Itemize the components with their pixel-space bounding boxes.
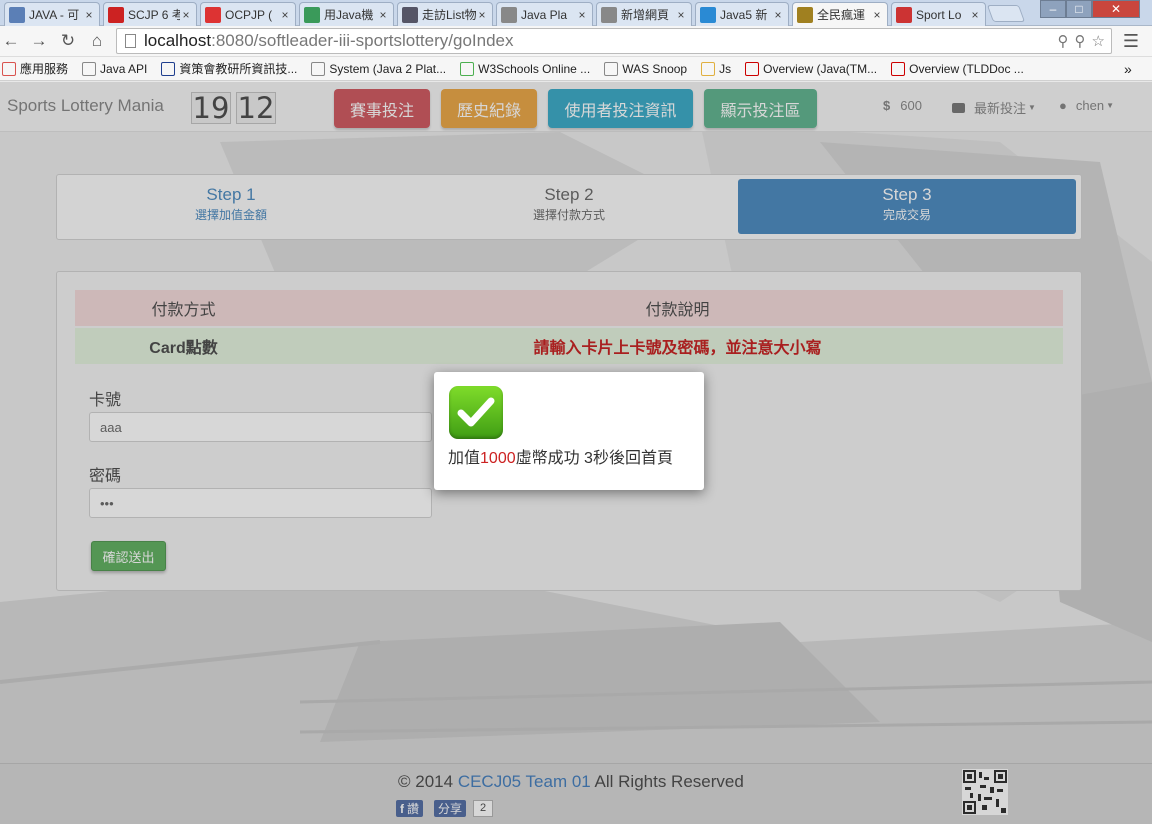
bookmark-label: Js <box>719 61 732 76</box>
browser-tab[interactable]: 用Java機 × <box>299 2 394 26</box>
reload-button[interactable]: ↻ <box>57 30 79 52</box>
chrome-c-icon <box>304 6 320 23</box>
bookmark-label: WAS Snoop <box>622 61 688 76</box>
bookmark-item[interactable]: Overview (Java(TM... <box>745 61 878 76</box>
page-icon <box>125 34 136 48</box>
bookmark-item[interactable]: Overview (TLDDoc ... <box>891 61 1024 76</box>
menu-icon[interactable]: ☰ <box>1120 30 1142 52</box>
tab-close-icon[interactable]: × <box>83 8 95 22</box>
bookmark-item[interactable]: System (Java 2 Plat... <box>311 61 447 76</box>
tab-close-icon[interactable]: × <box>675 8 687 22</box>
tab-title: 全民瘋運 <box>817 8 866 22</box>
back-button[interactable]: ← <box>0 30 22 52</box>
bookmark-item[interactable]: 資策會教研所資訊技... <box>161 60 297 77</box>
generic-page-icon <box>9 6 25 23</box>
cube-icon <box>700 6 716 23</box>
folder-icon <box>701 61 716 76</box>
star-icon[interactable]: ☆ <box>1092 32 1105 50</box>
browser-tab[interactable]: JAVA - 可 × <box>4 2 100 26</box>
browser-tab[interactable]: 走訪List物 × <box>397 2 493 26</box>
bookmark-label: System (Java 2 Plat... <box>329 61 447 76</box>
document-icon <box>311 61 326 76</box>
document-icon <box>601 6 617 23</box>
tab-title: JAVA - 可 <box>29 8 80 22</box>
window-close-button[interactable]: ✕ <box>1092 0 1140 18</box>
youtube-icon <box>108 6 124 23</box>
pdf-icon <box>205 6 221 23</box>
key-icon[interactable]: ⚲ <box>1075 32 1086 50</box>
url-host: localhost <box>144 31 212 50</box>
institute-icon <box>161 61 176 76</box>
tab-close-icon[interactable]: × <box>180 8 192 22</box>
document-icon <box>604 61 619 76</box>
bookmark-item[interactable]: W3Schools Online ... <box>460 61 591 76</box>
tab-title: Sport Lo <box>916 7 962 22</box>
tab-title: 用Java機 <box>324 8 374 22</box>
bookmark-item[interactable]: 應用服務 <box>2 60 68 77</box>
success-dialog: 加值1000虛幣成功 3秒後回首頁 <box>434 372 704 490</box>
tab-close-icon[interactable]: × <box>576 8 588 22</box>
check-mark-icon <box>449 386 503 439</box>
tab-title: 新增網頁 <box>621 8 670 22</box>
image-icon <box>402 6 418 23</box>
tab-title: 走訪List物 <box>422 8 476 22</box>
bookmark-label: Java API <box>100 61 148 76</box>
page: Sports Lottery Mania 19 12 賽事投注 歷史紀錄 使用者投注… <box>0 82 1152 824</box>
browser-tab[interactable]: OCPJP ( × <box>200 2 296 26</box>
message-prefix: 加值 <box>448 450 481 467</box>
message-suffix: 虛幣成功 3秒後回首頁 <box>515 450 673 467</box>
bookmark-label: 應用服務 <box>20 62 69 76</box>
success-message: 加值1000虛幣成功 3秒後回首頁 <box>448 444 673 468</box>
browser-tab[interactable]: 新增網頁 × <box>596 2 692 26</box>
browser-tab[interactable]: Sport Lo × <box>891 2 986 26</box>
bookmark-label: W3Schools Online ... <box>478 61 591 76</box>
bookmark-label: 資策會教研所資訊技... <box>179 62 298 76</box>
bookmark-item[interactable]: Java API <box>82 61 148 76</box>
browser-tab[interactable]: SCJP 6 考 × <box>103 2 197 26</box>
tab-title: Java5 新 <box>720 8 768 22</box>
tab-close-icon[interactable]: × <box>871 8 883 22</box>
search-icon[interactable]: ⚲ <box>1058 32 1069 50</box>
w3schools-icon <box>460 61 475 76</box>
new-tab-button[interactable] <box>986 5 1026 22</box>
tab-close-icon[interactable]: × <box>772 8 784 22</box>
document-icon <box>82 61 97 76</box>
forward-button[interactable]: → <box>28 30 50 52</box>
browser-tab[interactable]: Java5 新 × <box>695 2 789 26</box>
gmail-icon <box>896 6 912 23</box>
bookmark-label: Overview (TLDDoc ... <box>909 61 1024 76</box>
bookmark-label: Overview (Java(TM... <box>763 61 878 76</box>
minimize-button[interactable]: – <box>1040 0 1066 18</box>
home-button[interactable]: ⌂ <box>86 30 108 52</box>
apps-grid-icon <box>2 61 16 76</box>
bookmark-item[interactable]: Js <box>701 61 732 76</box>
bookmarks-bar: 應用服務 Java API 資策會教研所資訊技... System (Java 2 P… <box>0 57 1152 81</box>
tab-title: Java Pla <box>521 7 568 22</box>
tab-title: OCPJP ( <box>225 7 273 22</box>
browser-tab[interactable]: Java Pla × <box>496 2 593 26</box>
browser-tab[interactable]: 全民瘋運 × <box>792 2 888 26</box>
bookmarks-overflow-icon[interactable]: » <box>1124 61 1132 77</box>
tab-close-icon[interactable]: × <box>969 8 981 22</box>
tab-close-icon[interactable]: × <box>476 8 488 22</box>
oracle-icon <box>745 61 760 76</box>
maximize-button[interactable]: □ <box>1066 0 1092 18</box>
tab-close-icon[interactable]: × <box>279 8 291 22</box>
browser-toolbar: ← → ↻ ⌂ localhost:8080/softleader-iii-sp… <box>0 26 1152 57</box>
address-bar[interactable]: localhost:8080/softleader-iii-sportslott… <box>116 28 1112 54</box>
tab-close-icon[interactable]: × <box>377 8 389 22</box>
tab-strip: JAVA - 可 × SCJP 6 考 × OCPJP (× 用Java機 × 走訪List物… <box>0 0 1152 26</box>
document-icon <box>501 6 517 23</box>
url-path: :8080/softleader-iii-sportslottery/goInd… <box>211 31 514 50</box>
bookmark-item[interactable]: WAS Snoop <box>604 61 688 76</box>
oracle-icon <box>891 61 906 76</box>
topup-amount: 1000 <box>480 450 516 467</box>
lottery-site-icon <box>797 6 813 23</box>
tab-title: SCJP 6 考 <box>128 8 180 22</box>
